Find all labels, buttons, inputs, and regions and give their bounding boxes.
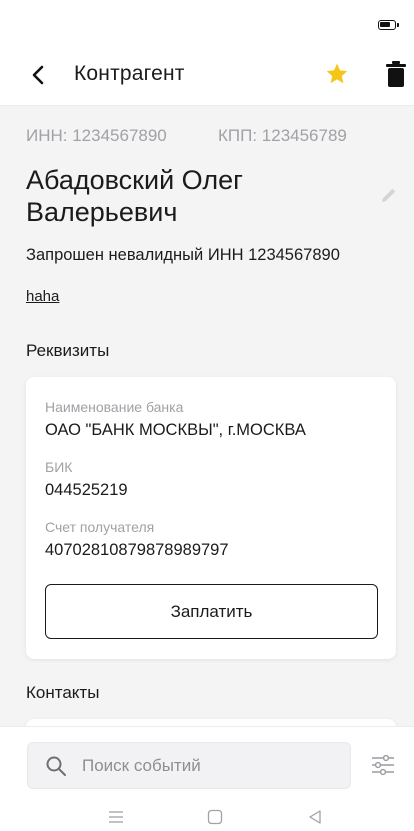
- home-square-icon[interactable]: [207, 809, 223, 825]
- account-value: 40702810879878989797: [45, 541, 229, 559]
- nav-back-triangle-icon[interactable]: [307, 809, 323, 825]
- account-label: Счет получателя: [45, 519, 155, 535]
- contacts-card: [26, 719, 396, 726]
- counterparty-link[interactable]: haha: [26, 288, 59, 305]
- bank-label: Наименование банка: [45, 399, 184, 415]
- search-input[interactable]: [82, 743, 342, 788]
- page-title: Контрагент: [74, 62, 185, 85]
- requisites-card: Наименование банка ОАО "БАНК МОСКВЫ", г.…: [26, 377, 396, 659]
- tax-ids: ИНН: 1234567890 КПП: 123456789: [26, 126, 347, 146]
- contacts-title: Контакты: [26, 683, 100, 702]
- star-icon[interactable]: [324, 61, 350, 87]
- status-bar: [0, 0, 414, 44]
- arrow-back-icon[interactable]: [28, 64, 50, 86]
- inn-value: ИНН: 1234567890: [26, 126, 167, 145]
- search-icon: [46, 756, 66, 776]
- counterparty-content: ИНН: 1234567890 КПП: 123456789 Абадовски…: [0, 106, 414, 726]
- system-nav-bar: [0, 798, 414, 831]
- requisites-title: Реквизиты: [26, 341, 110, 360]
- counterparty-name: Абадовский Олег Валерьевич: [26, 165, 243, 227]
- menu-icon[interactable]: [108, 810, 124, 824]
- filter-sliders-icon[interactable]: [371, 754, 395, 776]
- search-box: [27, 742, 351, 789]
- kpp-value: КПП: 123456789: [218, 126, 347, 145]
- app-bar: Контрагент: [0, 44, 414, 106]
- bik-value: 044525219: [45, 481, 128, 499]
- bik-label: БИК: [45, 459, 73, 475]
- bottom-search-bar: [0, 726, 414, 798]
- trash-icon[interactable]: [385, 60, 407, 88]
- bank-value: ОАО "БАНК МОСКВЫ", г.МОСКВА: [45, 421, 306, 439]
- pay-button[interactable]: Заплатить: [45, 584, 378, 639]
- pencil-icon[interactable]: [378, 184, 400, 206]
- inn-warning: Запрошен невалидный ИНН 1234567890: [26, 246, 340, 264]
- battery-icon: [378, 20, 399, 30]
